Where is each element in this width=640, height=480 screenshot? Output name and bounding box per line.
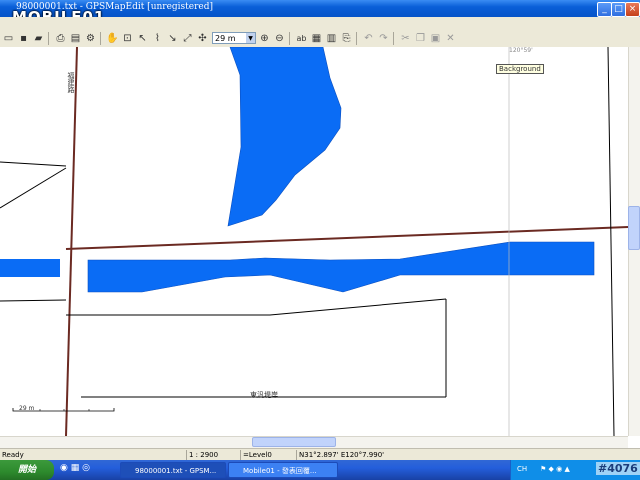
vertical-scroll-thumb[interactable] xyxy=(628,206,640,250)
map-canvas[interactable]: 120°59' Background 福建路 東汎堤岸 29 m xyxy=(0,47,628,436)
status-coords: N31°2.897' E120°7.990' xyxy=(296,450,439,460)
line-south-left xyxy=(0,299,67,302)
paste-icon[interactable]: ▣ xyxy=(429,32,442,45)
redo-icon[interactable]: ↷ xyxy=(377,32,390,45)
edit-node-icon[interactable]: ↘ xyxy=(166,32,179,45)
move-icon[interactable]: ⤢ xyxy=(181,32,194,45)
coordinate-label: 120°59' xyxy=(509,47,533,54)
status-scale: 1 : 2900 xyxy=(186,450,239,460)
zoom-value: 29 m xyxy=(215,34,236,43)
background-tooltip: Background xyxy=(496,64,544,74)
open-folder-icon[interactable]: ▰ xyxy=(32,32,45,45)
cut-icon[interactable]: ✂ xyxy=(399,32,412,45)
road-vertical xyxy=(65,47,78,436)
close-button[interactable]: × xyxy=(625,2,640,17)
label-icon[interactable]: ab xyxy=(295,32,308,45)
select-icon[interactable]: ↖ xyxy=(136,32,149,45)
minimize-button[interactable]: _ xyxy=(597,2,612,17)
line-branch xyxy=(0,167,67,209)
toolbar-separator xyxy=(393,31,394,45)
save-icon[interactable]: ▪ xyxy=(17,32,30,45)
browser-icon[interactable]: ◉ xyxy=(60,463,68,473)
line-short xyxy=(0,161,67,167)
new-icon[interactable]: ▭ xyxy=(2,32,15,45)
road-label: 福建路 xyxy=(67,72,75,93)
ruler-icon[interactable]: ▥ xyxy=(325,32,338,45)
taskbar-item-gpsmapedit[interactable]: 98000001.txt - GPSM... xyxy=(120,462,226,478)
line-right xyxy=(607,47,615,436)
grid-icon[interactable]: ▦ xyxy=(310,32,323,45)
toolbar-separator xyxy=(289,31,290,45)
clip-icon[interactable]: ⎘ xyxy=(340,32,353,45)
folder-icon[interactable]: ▦ xyxy=(71,463,80,473)
status-level: =Level0 xyxy=(240,450,295,460)
water-area-river xyxy=(87,241,595,293)
hand-icon[interactable]: ✋ xyxy=(106,32,119,45)
quick-launch: ◉ ▦ ◎ xyxy=(60,463,110,477)
toolbar: ▭ ▪ ▰ ⎙ ▤ ⚙ ✋ ⊡ ↖ ⌇ ↘ ⤢ ✣ 29 m ▼ ⊕ ⊖ ab … xyxy=(0,29,640,48)
maximize-button[interactable]: □ xyxy=(611,2,626,17)
polyline-icon[interactable]: ⌇ xyxy=(151,32,164,45)
wrench-icon[interactable]: ⚙ xyxy=(84,32,97,45)
menu-bar xyxy=(0,17,640,29)
taskbar-item-mobile01[interactable]: Mobile01 - 發表回覆... xyxy=(228,462,338,478)
tray-language[interactable]: CH xyxy=(517,465,527,473)
tray-icons[interactable]: ⚑ ◆ ◉ ▲ xyxy=(540,465,570,473)
delete-icon[interactable]: ✕ xyxy=(444,32,457,45)
toolbar-separator xyxy=(356,31,357,45)
copy-icon[interactable]: ❐ xyxy=(414,32,427,45)
print-icon[interactable]: ⎙ xyxy=(54,32,67,45)
horizontal-scroll-thumb[interactable] xyxy=(252,437,336,447)
zoom-out-icon[interactable]: ⊖ xyxy=(273,32,286,45)
map-drawing xyxy=(0,47,628,436)
crosshair-icon[interactable]: ✣ xyxy=(196,32,209,45)
chevron-down-icon: ▼ xyxy=(246,33,255,43)
scale-label: 29 m xyxy=(19,405,35,412)
water-area-left xyxy=(0,259,60,277)
zoom-select[interactable]: 29 m ▼ xyxy=(212,32,256,44)
properties-icon[interactable]: ▤ xyxy=(69,32,82,45)
status-ready: Ready xyxy=(2,451,24,459)
line-south xyxy=(66,298,447,316)
undo-icon[interactable]: ↶ xyxy=(362,32,375,45)
water-area-north xyxy=(227,47,342,227)
media-icon[interactable]: ◎ xyxy=(82,463,90,473)
start-button[interactable]: 開始 xyxy=(0,460,54,480)
zoom-rect-icon[interactable]: ⊡ xyxy=(121,32,134,45)
corner-watermark: #4076 xyxy=(596,462,640,475)
embankment-label: 東汎堤岸 xyxy=(250,391,278,399)
zoom-in-icon[interactable]: ⊕ xyxy=(258,32,271,45)
toolbar-separator xyxy=(100,31,101,45)
toolbar-separator xyxy=(48,31,49,45)
